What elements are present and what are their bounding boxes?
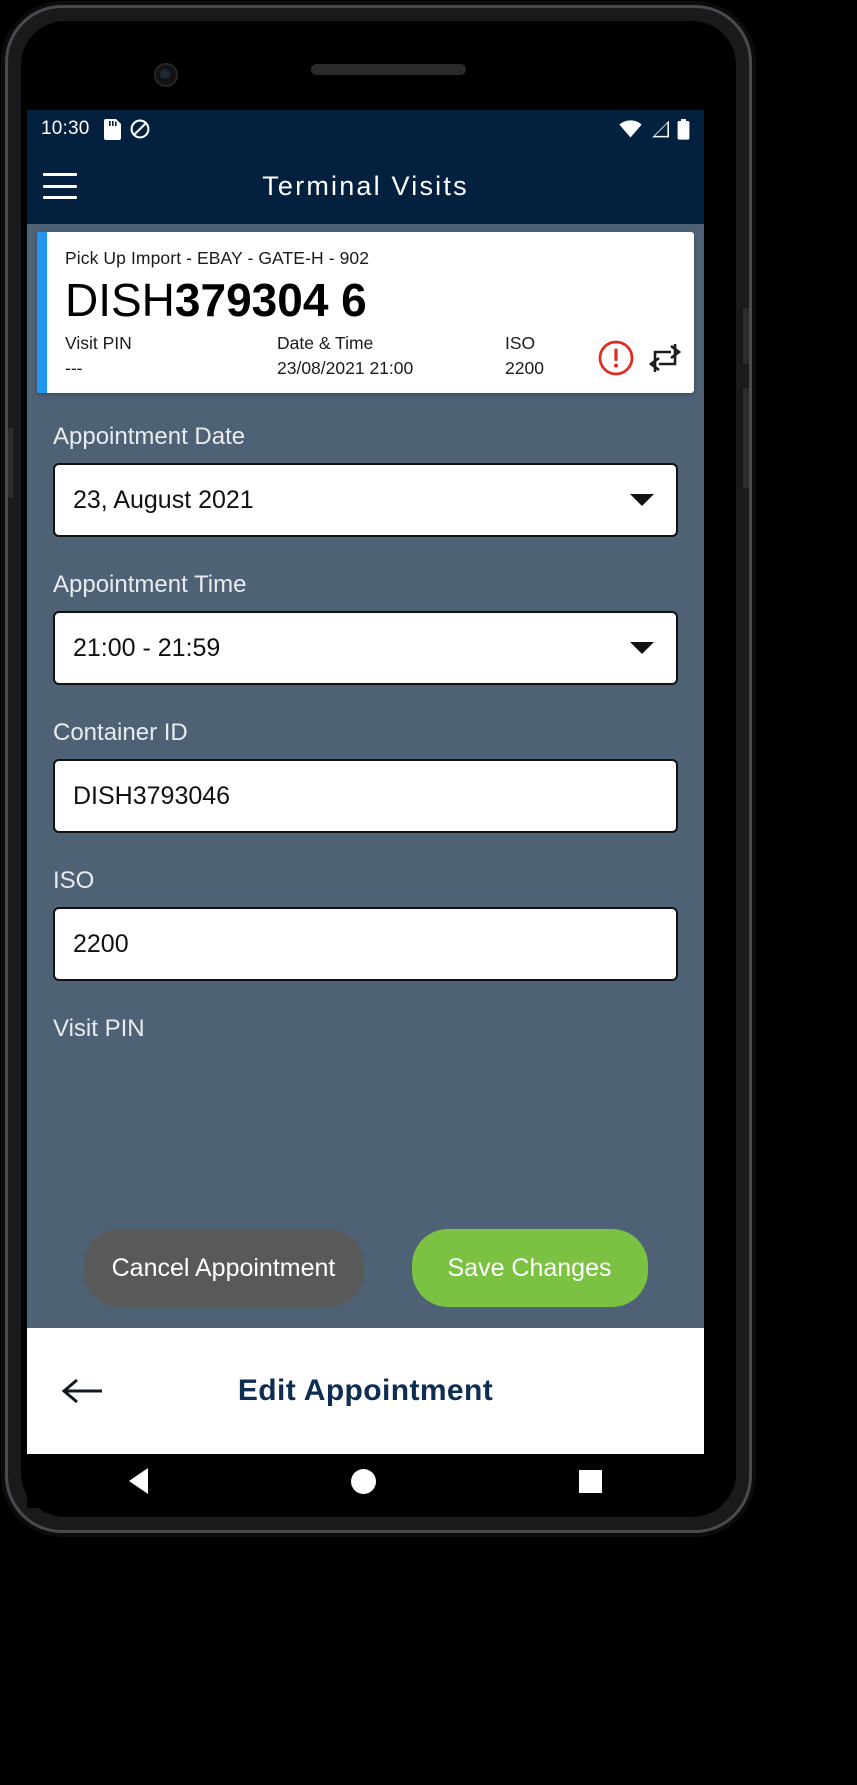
field-value: DISH3793046 (73, 781, 231, 810)
appointment-form: Appointment Date 23, August 2021 Appoint… (27, 393, 704, 1043)
meta-label: Visit PIN (65, 333, 132, 354)
chevron-down-icon (630, 494, 654, 507)
meta-label: Date & Time (277, 333, 374, 354)
power-button[interactable] (743, 388, 749, 488)
app-bar: Terminal Visits (27, 148, 704, 224)
volume-up-button[interactable] (743, 308, 749, 364)
back-arrow-icon[interactable] (61, 1376, 105, 1406)
visit-card-body: Pick Up Import - EBAY - GATE-H - 902 DIS… (47, 232, 694, 393)
field-label: Appointment Date (53, 423, 246, 451)
visit-card-subheader: Pick Up Import - EBAY - GATE-H - 902 (65, 248, 370, 268)
visit-card[interactable]: Pick Up Import - EBAY - GATE-H - 902 DIS… (37, 232, 694, 394)
wifi-icon (619, 120, 642, 138)
hamburger-menu-icon[interactable] (43, 173, 77, 199)
meta-date-time: Date & Time 23/08/2021 21:00 (277, 333, 505, 379)
nav-home-icon[interactable] (350, 1468, 376, 1494)
earpiece-speaker (311, 64, 466, 75)
container-prefix: DISH (65, 274, 175, 326)
side-button-left[interactable] (8, 428, 13, 498)
meta-iso: ISO 2200 (505, 333, 597, 379)
edit-appointment-bar: Edit Appointment (27, 1328, 704, 1454)
status-bar-left-icons (103, 118, 150, 140)
battery-icon (677, 118, 690, 140)
page-title: Terminal Visits (262, 170, 469, 201)
edit-appointment-title: Edit Appointment (237, 1374, 494, 1407)
visit-card-action-icons (597, 333, 685, 377)
status-bar-right-icons (619, 118, 690, 140)
front-camera (154, 63, 178, 87)
iso-input[interactable]: 2200 (53, 907, 678, 982)
appointment-date-select[interactable]: 23, August 2021 (53, 463, 678, 538)
visit-card-container: Pick Up Import - EBAY - GATE-H - 902 DIS… (27, 224, 704, 394)
container-number: 379304 6 (174, 274, 367, 326)
nav-back-icon[interactable] (128, 1468, 148, 1494)
visit-card-meta-row: Visit PIN --- Date & Time 23/08/2021 21:… (65, 333, 685, 379)
field-container-id: Container ID DISH3793046 (53, 719, 678, 834)
field-appointment-date: Appointment Date 23, August 2021 (53, 423, 678, 538)
meta-value: 2200 (505, 358, 544, 379)
sd-card-icon (103, 118, 121, 140)
visit-card-container-number: DISH379304 6 (65, 273, 685, 327)
meta-visit-pin: Visit PIN --- (65, 333, 277, 379)
cellular-signal-icon (652, 120, 669, 138)
field-value: 23, August 2021 (73, 485, 254, 514)
meta-value: --- (65, 358, 83, 379)
field-label: Visit PIN (53, 1015, 145, 1043)
field-iso: ISO 2200 (53, 867, 678, 982)
container-id-input[interactable]: DISH3793046 (53, 759, 678, 834)
field-label: Appointment Time (53, 571, 247, 599)
visit-card-accent-stripe (37, 232, 47, 394)
do-not-disturb-icon (130, 119, 149, 139)
field-value: 21:00 - 21:59 (73, 633, 221, 662)
field-value: 2200 (73, 929, 129, 958)
cancel-appointment-button[interactable]: Cancel Appointment (83, 1229, 364, 1307)
meta-label: ISO (505, 333, 536, 354)
transfer-swap-icon[interactable] (645, 341, 685, 375)
save-changes-button[interactable]: Save Changes (411, 1229, 648, 1307)
status-bar: 10:30 (27, 110, 704, 148)
appointment-time-select[interactable]: 21:00 - 21:59 (53, 611, 678, 686)
chevron-down-icon (630, 642, 654, 655)
status-bar-clock: 10:30 (41, 118, 90, 139)
android-navigation-bar (27, 1454, 704, 1508)
meta-value: 23/08/2021 21:00 (277, 358, 414, 379)
field-label: ISO (53, 867, 95, 895)
nav-recents-icon[interactable] (579, 1469, 603, 1493)
field-appointment-time: Appointment Time 21:00 - 21:59 (53, 571, 678, 686)
app-screen: 10:30 Terminal Visits Pick Up Import - E… (27, 110, 704, 1454)
field-label: Container ID (53, 719, 188, 747)
action-button-bar: Cancel Appointment Save Changes (27, 1208, 704, 1328)
field-visit-pin: Visit PIN (53, 1015, 678, 1043)
error-alert-icon[interactable] (597, 339, 635, 377)
